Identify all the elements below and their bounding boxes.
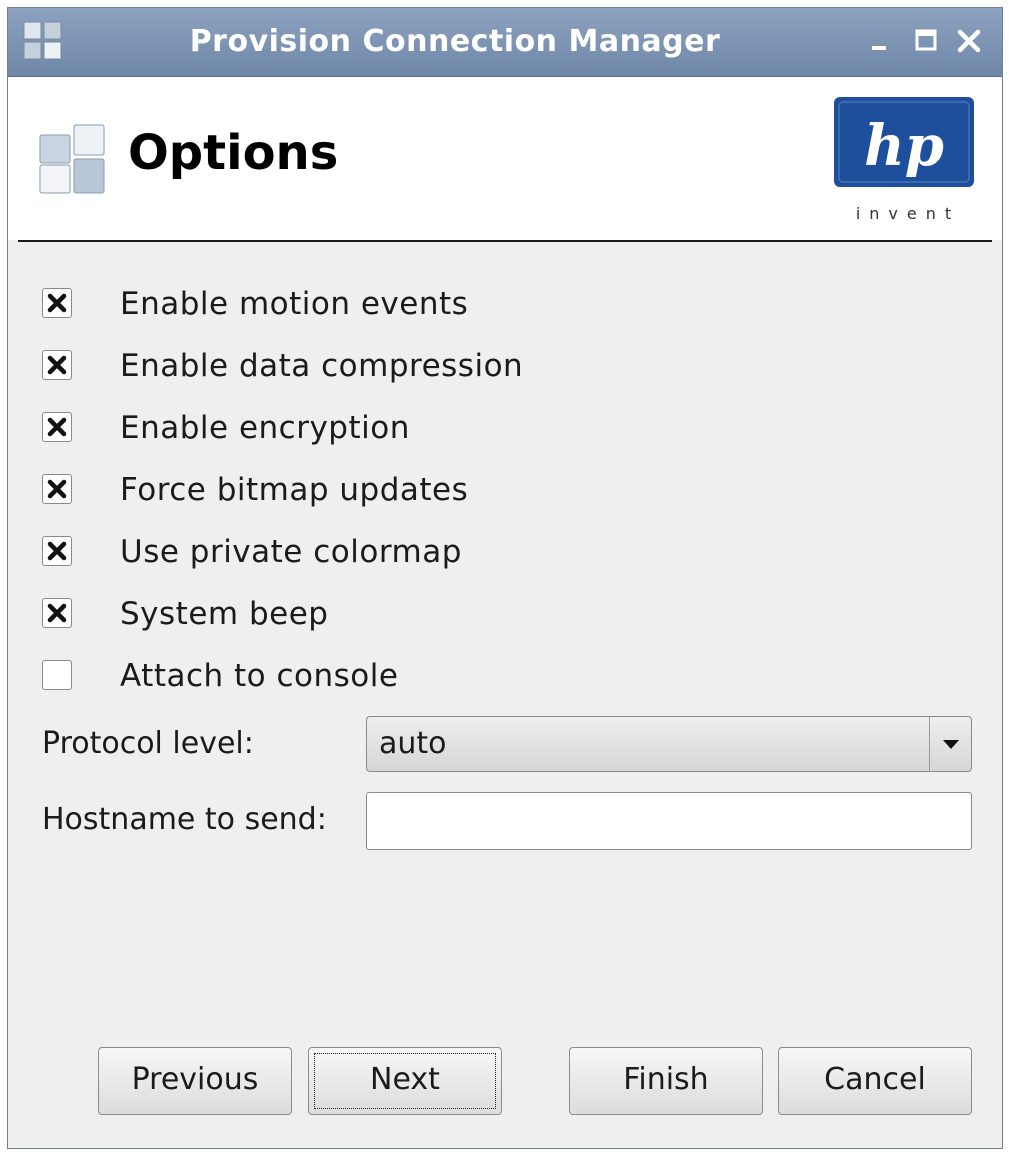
chevron-down-icon xyxy=(943,740,959,749)
checkmark-x-icon xyxy=(47,293,67,313)
hostname-input[interactable] xyxy=(366,792,972,850)
option-label: Force bitmap updates xyxy=(120,472,469,508)
option-label: Enable encryption xyxy=(120,410,410,446)
svg-text:invent: invent xyxy=(856,204,960,223)
dropdown-toggle[interactable] xyxy=(929,717,971,771)
checkmark-x-icon xyxy=(47,541,67,561)
minimize-icon[interactable] xyxy=(866,26,896,56)
protocol-level-select[interactable]: auto xyxy=(366,716,972,772)
window-title: Provision Connection Manager xyxy=(189,24,721,59)
options-panel: Enable motion events Enable data compres… xyxy=(8,242,1002,1148)
cancel-button[interactable]: Cancel xyxy=(778,1047,972,1115)
title-bar[interactable]: Provision Connection Manager xyxy=(8,8,1002,77)
page-title: Options xyxy=(128,125,339,181)
app-puzzle-icon xyxy=(23,21,62,60)
page-header: Options hp invent xyxy=(8,77,1002,240)
option-label: Attach to console xyxy=(120,658,399,694)
checkmark-x-icon xyxy=(47,355,67,375)
svg-text:hp: hp xyxy=(864,113,944,179)
checkbox-force-bitmap-updates[interactable] xyxy=(42,474,72,504)
hp-logo: hp invent xyxy=(834,97,974,223)
option-label: Use private colormap xyxy=(120,534,462,570)
finish-button[interactable]: Finish xyxy=(569,1047,763,1115)
protocol-level-label: Protocol level: xyxy=(42,726,254,761)
checkbox-enable-motion-events[interactable] xyxy=(42,288,72,318)
checkmark-x-icon xyxy=(47,479,67,499)
checkmark-x-icon xyxy=(47,603,67,623)
option-label: Enable motion events xyxy=(120,286,469,322)
option-label: System beep xyxy=(120,596,329,632)
maximize-icon[interactable] xyxy=(912,26,942,56)
option-label: Enable data compression xyxy=(120,348,524,384)
options-puzzle-icon xyxy=(39,124,105,194)
hostname-label: Hostname to send: xyxy=(42,802,327,837)
close-icon[interactable] xyxy=(954,26,984,56)
dialog-window: Provision Connection Manager Options hp … xyxy=(7,7,1003,1149)
checkbox-attach-to-console[interactable] xyxy=(42,660,72,690)
checkbox-system-beep[interactable] xyxy=(42,598,72,628)
logo-tagline: invent xyxy=(856,204,960,223)
checkmark-x-icon xyxy=(47,417,67,437)
next-button[interactable]: Next xyxy=(308,1047,502,1115)
checkbox-enable-data-compression[interactable] xyxy=(42,350,72,380)
checkbox-enable-encryption[interactable] xyxy=(42,412,72,442)
previous-button[interactable]: Previous xyxy=(98,1047,292,1115)
protocol-level-value: auto xyxy=(379,726,447,761)
logo-text: hp xyxy=(864,113,944,179)
checkbox-use-private-colormap[interactable] xyxy=(42,536,72,566)
